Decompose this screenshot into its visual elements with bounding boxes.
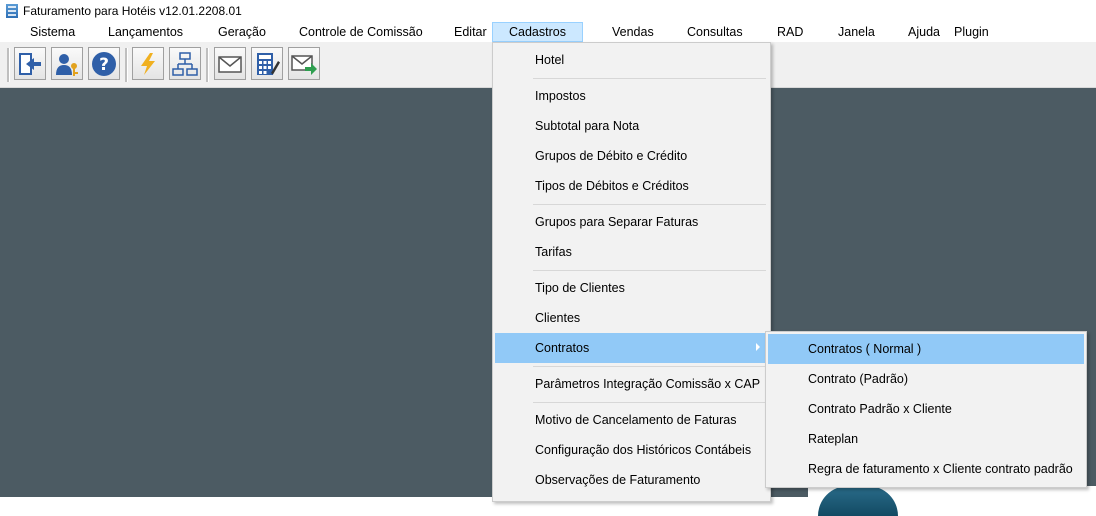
menu-geracao[interactable]: Geração bbox=[218, 22, 266, 42]
window-title: Faturamento para Hotéis v12.01.2208.01 bbox=[23, 4, 242, 18]
mail-button[interactable] bbox=[214, 47, 246, 80]
menuitem-impostos[interactable]: Impostos bbox=[495, 81, 768, 111]
toolbar-separator bbox=[206, 48, 209, 82]
menuitem-tipo-de-clientes[interactable]: Tipo de Clientes bbox=[495, 273, 768, 303]
menu-rad[interactable]: RAD bbox=[777, 22, 803, 42]
menu-cadastros[interactable]: Cadastros bbox=[492, 22, 583, 42]
submenu-arrow-icon bbox=[756, 343, 760, 351]
menu-plugin[interactable]: Plugin bbox=[954, 22, 989, 42]
menuitem-motivo-cancelamento[interactable]: Motivo de Cancelamento de Faturas bbox=[495, 405, 768, 435]
svg-text:?: ? bbox=[99, 55, 109, 75]
menu-janela[interactable]: Janela bbox=[838, 22, 875, 42]
menuitem-regra-faturamento[interactable]: Regra de faturamento x Cliente contrato … bbox=[768, 454, 1084, 484]
user-key-icon bbox=[56, 53, 78, 76]
menu-editar[interactable]: Editar bbox=[454, 22, 487, 42]
menuitem-contratos-normal[interactable]: Contratos ( Normal ) bbox=[768, 334, 1084, 364]
menuitem-subtotal-para-nota[interactable]: Subtotal para Nota bbox=[495, 111, 768, 141]
help-icon: ? bbox=[92, 51, 116, 76]
toolbar-separator bbox=[7, 48, 10, 82]
mail-icon bbox=[218, 55, 242, 73]
user-key-button[interactable] bbox=[51, 47, 83, 80]
menuitem-clientes[interactable]: Clientes bbox=[495, 303, 768, 333]
menuitem-contrato-padrao[interactable]: Contrato (Padrão) bbox=[768, 364, 1084, 394]
menu-separator bbox=[533, 402, 766, 403]
menu-separator bbox=[533, 204, 766, 205]
menuitem-contratos-label: Contratos bbox=[535, 341, 590, 355]
app-building-icon bbox=[6, 4, 18, 18]
lightning-icon bbox=[141, 52, 155, 75]
exit-icon bbox=[19, 52, 41, 75]
menuitem-observacoes-faturamento[interactable]: Observações de Faturamento bbox=[495, 465, 768, 495]
calculator-edit-icon bbox=[257, 52, 280, 75]
cadastros-menu: Hotel Impostos Subtotal para Nota Grupos… bbox=[492, 42, 771, 502]
menu-separator bbox=[533, 78, 766, 79]
menuitem-contratos[interactable]: Contratos bbox=[495, 333, 768, 363]
calculator-edit-button[interactable] bbox=[251, 47, 283, 80]
menu-separator bbox=[533, 366, 766, 367]
exit-button[interactable] bbox=[14, 47, 46, 80]
menu-sistema[interactable]: Sistema bbox=[30, 22, 75, 42]
menu-consultas[interactable]: Consultas bbox=[687, 22, 743, 42]
menuitem-configuracao-historicos[interactable]: Configuração dos Históricos Contábeis bbox=[495, 435, 768, 465]
help-button[interactable]: ? bbox=[88, 47, 120, 80]
menu-controle-de-comissao[interactable]: Controle de Comissão bbox=[299, 22, 423, 42]
contratos-submenu: Contratos ( Normal ) Contrato (Padrão) C… bbox=[765, 331, 1087, 488]
menu-separator bbox=[533, 270, 766, 271]
title-bar: Faturamento para Hotéis v12.01.2208.01 bbox=[0, 0, 1096, 22]
menuitem-grupos-debito-credito[interactable]: Grupos de Débito e Crédito bbox=[495, 141, 768, 171]
menuitem-grupos-separar-faturas[interactable]: Grupos para Separar Faturas bbox=[495, 207, 768, 237]
menuitem-tarifas[interactable]: Tarifas bbox=[495, 237, 768, 267]
menuitem-parametros-integracao[interactable]: Parâmetros Integração Comissão x CAP bbox=[495, 369, 768, 399]
mail-send-icon bbox=[291, 54, 317, 75]
menu-vendas[interactable]: Vendas bbox=[612, 22, 654, 42]
toolbar-separator bbox=[125, 48, 128, 82]
menuitem-contrato-padrao-x-cliente[interactable]: Contrato Padrão x Cliente bbox=[768, 394, 1084, 424]
menuitem-tipos-debitos-creditos[interactable]: Tipos de Débitos e Créditos bbox=[495, 171, 768, 201]
menuitem-hotel[interactable]: Hotel bbox=[495, 45, 768, 75]
lightning-button[interactable] bbox=[132, 47, 164, 80]
org-chart-icon bbox=[172, 51, 198, 76]
mail-send-button[interactable] bbox=[288, 47, 320, 80]
org-chart-button[interactable] bbox=[169, 47, 201, 80]
menu-ajuda[interactable]: Ajuda bbox=[908, 22, 940, 42]
menuitem-rateplan[interactable]: Rateplan bbox=[768, 424, 1084, 454]
menu-lancamentos[interactable]: Lançamentos bbox=[108, 22, 183, 42]
menu-bar: Sistema Lançamentos Geração Controle de … bbox=[0, 22, 1096, 42]
